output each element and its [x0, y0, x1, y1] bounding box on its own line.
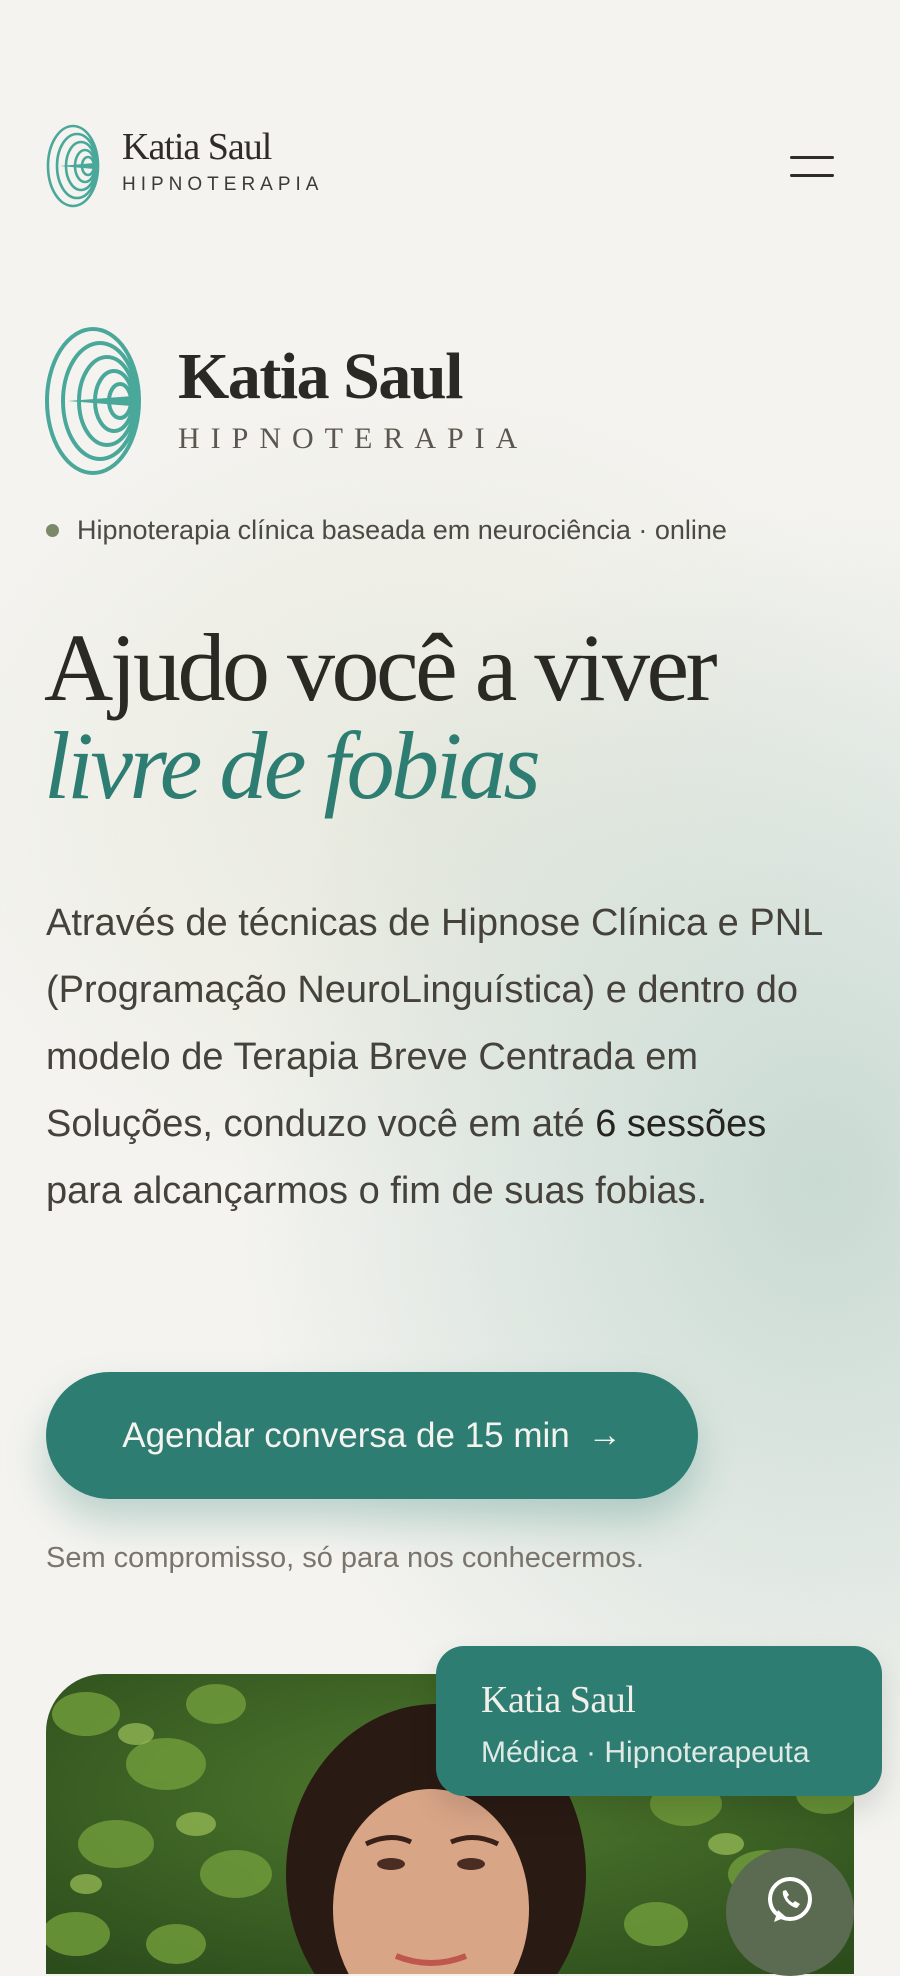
- cta-label: Agendar conversa de 15 min: [122, 1415, 570, 1455]
- spiral-logo-icon[interactable]: [46, 124, 100, 208]
- cta-note: Sem compromisso, só para nos conhecermos…: [46, 1542, 644, 1574]
- hamburger-menu-icon[interactable]: [788, 150, 838, 182]
- profile-name: Katia Saul: [481, 1679, 636, 1721]
- header-brand[interactable]: Katia Saul HIPNOTERAPIA: [122, 128, 323, 196]
- header-brand-name: Katia Saul: [122, 126, 272, 168]
- hero-brand: Katia Saul HIPNOTERAPIA: [178, 344, 528, 456]
- hero-brand-name: Katia Saul: [178, 340, 463, 413]
- badge-text: Hipnoterapia clínica baseada em neurociê…: [77, 515, 727, 545]
- schedule-call-button[interactable]: Agendar conversa de 15 min →: [46, 1372, 698, 1499]
- hero-badge: Hipnoterapia clínica baseada em neurociê…: [46, 515, 727, 546]
- arrow-right-icon: →: [587, 1416, 622, 1454]
- profile-name-card: Katia Saul Médica · Hipnoterapeuta: [436, 1646, 882, 1796]
- header-brand-sub: HIPNOTERAPIA: [122, 174, 324, 195]
- hero-headline: Ajudo você a viver livre de fobias: [44, 620, 864, 814]
- hero-spiral-logo-icon: [44, 326, 142, 476]
- whatsapp-button[interactable]: [726, 1848, 854, 1976]
- whatsapp-icon: [768, 1877, 812, 1922]
- hero-brand-sub: HIPNOTERAPIA: [178, 422, 529, 455]
- profile-role: Médica · Hipnoterapeuta: [481, 1736, 810, 1769]
- headline-line1: Ajudo você a viver: [44, 614, 718, 721]
- description-text-after: para alcançarmos o fim de suas fobias.: [46, 1170, 708, 1212]
- hero-description: Através de técnicas de Hipnose Clínica e…: [46, 890, 826, 1225]
- badge-dot-icon: [46, 524, 59, 537]
- headline-line2: livre de fobias: [44, 712, 541, 819]
- description-bold-sessions: 6 sessões: [595, 1103, 767, 1145]
